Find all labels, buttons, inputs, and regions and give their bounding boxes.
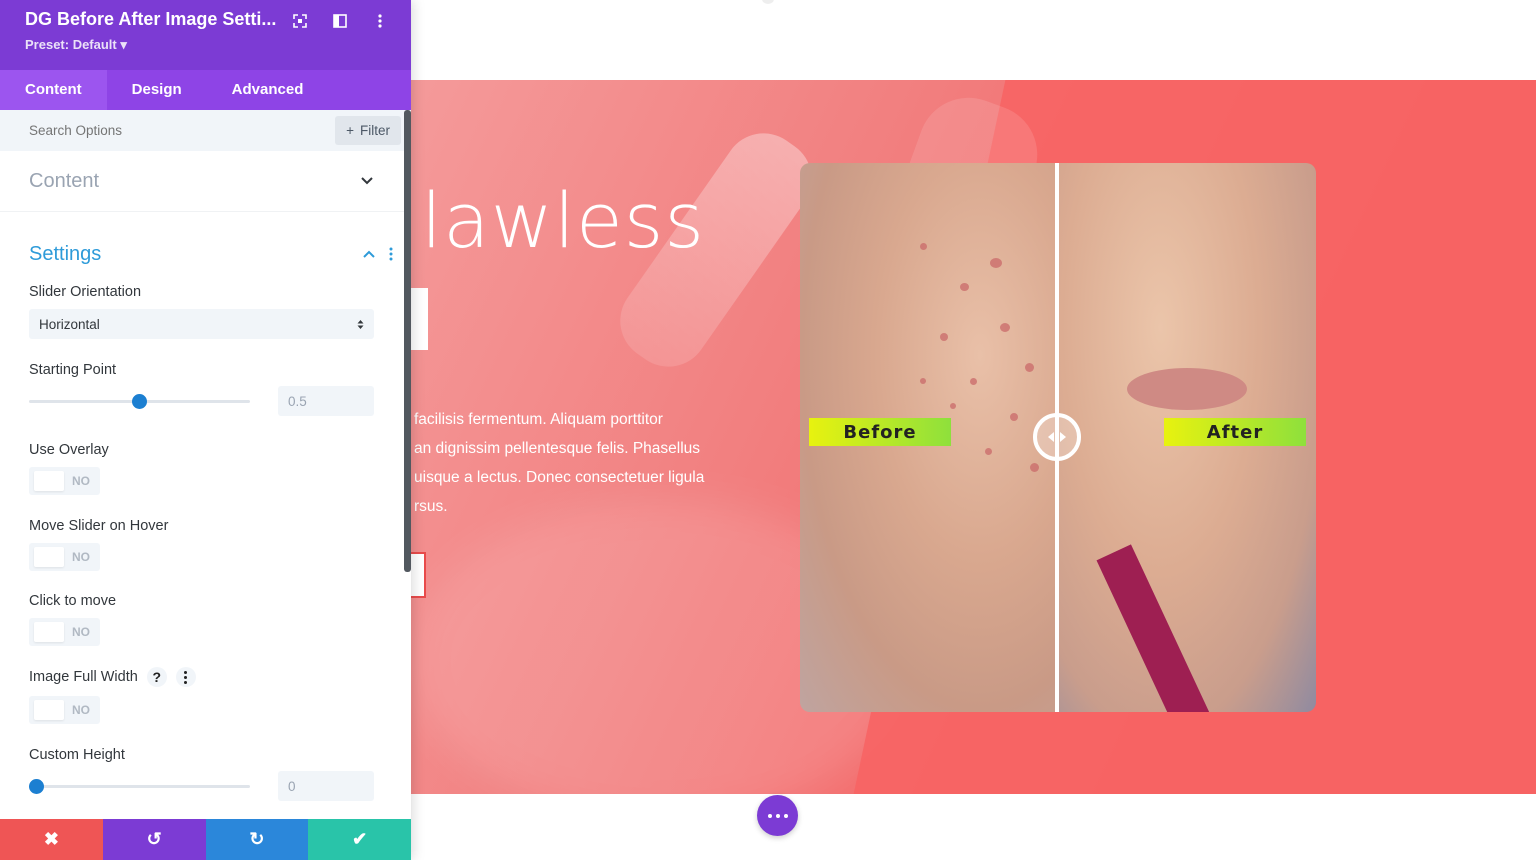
- search-input[interactable]: [29, 123, 279, 138]
- section-options-button[interactable]: [757, 795, 798, 836]
- toggle-knob: [34, 700, 64, 720]
- move-slider-on-hover-toggle[interactable]: NO: [29, 543, 100, 571]
- slider-handle[interactable]: [1033, 413, 1081, 461]
- strap-shape: [1096, 544, 1216, 712]
- panel-footer: ✖ ↺ ↻ ✔: [0, 819, 411, 860]
- toggle-state: NO: [72, 625, 90, 639]
- section-indicator: [762, 0, 774, 4]
- slider-thumb[interactable]: [29, 778, 44, 794]
- undo-button[interactable]: ↺: [102, 819, 206, 860]
- option-label: Starting Point: [29, 362, 117, 378]
- redo-icon: ↻: [249, 829, 265, 849]
- dot-icon: [775, 813, 780, 818]
- hero-title[interactable]: lawless: [421, 176, 705, 265]
- toggle-state: NO: [72, 703, 90, 717]
- tab-content[interactable]: Content: [0, 70, 107, 110]
- filter-label: Filter: [360, 123, 390, 138]
- dot-icon: [783, 813, 788, 818]
- redo-button[interactable]: ↻: [205, 819, 309, 860]
- starting-point-input[interactable]: 0.5: [278, 386, 374, 416]
- check-icon: ✔: [352, 829, 368, 849]
- toggle-state: NO: [72, 550, 90, 564]
- preset-selector[interactable]: Preset: Default ▾: [25, 37, 386, 53]
- starting-point-slider[interactable]: [29, 393, 250, 409]
- fullscreen-icon[interactable]: [291, 12, 309, 30]
- toggle-knob: [34, 622, 64, 642]
- hero-paragraph[interactable]: facilisis fermentum. Aliquam porttitor a…: [414, 405, 734, 521]
- tab-advanced[interactable]: Advanced: [207, 70, 329, 110]
- hero-button-fragment[interactable]: [411, 288, 428, 350]
- more-vertical-icon[interactable]: [371, 12, 389, 30]
- save-button[interactable]: ✔: [308, 819, 411, 860]
- discard-button[interactable]: ✖: [0, 819, 103, 860]
- header-actions: [291, 12, 389, 30]
- filter-button[interactable]: + Filter: [335, 116, 401, 145]
- split-view-icon[interactable]: [331, 12, 349, 30]
- select-value: Horizontal: [39, 316, 100, 332]
- panel-scrollbar[interactable]: [404, 110, 411, 572]
- undo-icon: ↺: [146, 829, 162, 849]
- toggle-knob: [34, 471, 64, 491]
- select-arrows-icon: [357, 319, 364, 329]
- use-overlay-toggle[interactable]: NO: [29, 467, 100, 495]
- toggle-state: NO: [72, 474, 90, 488]
- option-label: Click to move: [29, 593, 117, 609]
- hero-cta-button[interactable]: [411, 552, 426, 598]
- slider-orientation-select[interactable]: Horizontal: [29, 309, 374, 339]
- help-icon[interactable]: ?: [146, 667, 167, 687]
- section-settings-actions: [363, 247, 393, 261]
- settings-body: Slider Orientation Horizontal Starting P…: [0, 284, 411, 801]
- before-label: Before: [809, 418, 951, 446]
- more-vertical-icon[interactable]: [175, 667, 196, 687]
- toggle-knob: [34, 547, 64, 567]
- option-label: Use Overlay: [29, 442, 109, 458]
- dot-icon: [767, 813, 772, 818]
- section-title-settings: Settings: [29, 242, 102, 265]
- search-bar: + Filter: [0, 110, 411, 151]
- custom-height-input[interactable]: 0: [278, 771, 374, 801]
- starting-point-control: 0.5: [29, 386, 374, 416]
- chevron-up-icon[interactable]: [363, 250, 375, 258]
- custom-height-slider[interactable]: [29, 778, 250, 794]
- image-full-width-toggle[interactable]: NO: [29, 696, 100, 724]
- plus-icon: +: [346, 123, 354, 138]
- lips-shape: [1127, 368, 1247, 410]
- close-icon: ✖: [43, 829, 59, 849]
- module-settings-panel: DG Before After Image Setti... Preset: D…: [0, 0, 411, 860]
- panel-tabs: Content Design Advanced: [0, 70, 411, 110]
- panel-header[interactable]: DG Before After Image Setti... Preset: D…: [0, 0, 411, 70]
- option-label: Custom Height: [29, 747, 125, 763]
- section-content-toggle[interactable]: Content: [0, 151, 411, 212]
- image-full-width-label-row: Image Full Width ?: [29, 667, 374, 687]
- option-label: Move Slider on Hover: [29, 518, 169, 534]
- click-to-move-toggle[interactable]: NO: [29, 618, 100, 646]
- more-vertical-icon[interactable]: [389, 247, 393, 261]
- arrow-left-icon: [1048, 432, 1054, 442]
- chevron-down-icon: [361, 177, 373, 185]
- custom-height-control: 0: [29, 771, 374, 801]
- option-label: Image Full Width: [29, 669, 138, 685]
- slider-thumb[interactable]: [132, 393, 147, 409]
- section-settings-toggle[interactable]: Settings: [0, 212, 411, 294]
- after-label: After: [1164, 418, 1306, 446]
- section-title-content: Content: [29, 169, 100, 192]
- arrow-right-icon: [1060, 432, 1066, 442]
- option-label: Slider Orientation: [29, 284, 142, 300]
- builder-stage: lawless facilisis fermentum. Aliquam por…: [0, 0, 1536, 860]
- before-after-slider[interactable]: Before After: [800, 163, 1316, 712]
- tab-design[interactable]: Design: [107, 70, 207, 110]
